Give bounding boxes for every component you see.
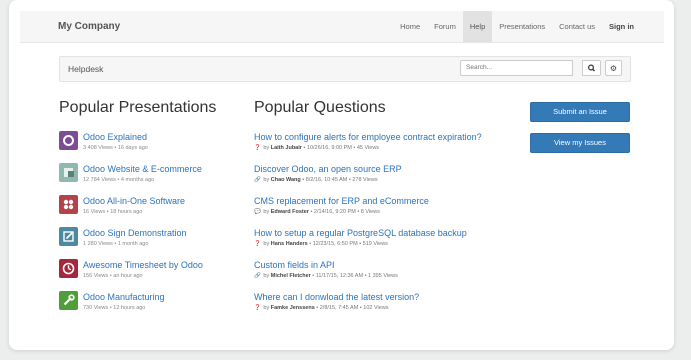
nav-presentations[interactable]: Presentations [492, 11, 552, 42]
presentation-title[interactable]: Odoo Website & E-commerce [83, 164, 202, 174]
gear-icon: ⚙ [609, 64, 618, 73]
question-by: by [263, 241, 270, 247]
question-item[interactable]: Where can I donwload the latest version?… [254, 291, 524, 323]
question-title[interactable]: Custom fields in API [254, 260, 335, 270]
top-navbar: My Company Home Forum Help Presentations… [20, 11, 664, 43]
question-details: • 10/26/16, 9:00 PM • 45 Views [301, 145, 380, 151]
presentation-meta: 16 Views • 18 hours ago [83, 209, 143, 215]
question-icon: ❓ [254, 241, 261, 247]
question-meta: ❓ by Hans Handers • 12/23/15, 6:50 PM • … [254, 241, 388, 247]
question-item[interactable]: Discover Odoo, an open source ERP 🔗 by C… [254, 163, 524, 195]
apps-icon [59, 195, 78, 214]
presentation-title[interactable]: Odoo Manufacturing [83, 292, 165, 302]
question-meta: 🔗 by Chao Wang • 8/2/16, 10:45 AM • 278 … [254, 177, 378, 183]
presentation-meta: 3 408 Views • 16 days ago [83, 145, 148, 151]
presentation-meta: 156 Views • an hour ago [83, 273, 143, 279]
brand-logo[interactable]: My Company [58, 11, 120, 42]
question-icon: ❓ [254, 145, 261, 151]
presentation-item[interactable]: Odoo Website & E-commerce 12 784 Views •… [59, 163, 239, 195]
question-details: • 2/8/15, 7:45 AM • 102 Views [314, 305, 389, 311]
question-author[interactable]: Laith Jubair [271, 145, 302, 151]
presentation-item[interactable]: Odoo All-in-One Software 16 Views • 18 h… [59, 195, 239, 227]
presentation-item[interactable]: Odoo Sign Demonstration 1 280 Views • 1 … [59, 227, 239, 259]
question-author[interactable]: Famke Jenssens [271, 305, 315, 311]
question-details: • 2/14/16, 9:20 PM • 8 Views [308, 209, 380, 215]
question-details: • 11/17/15, 12:36 AM • 1 395 Views [310, 273, 398, 279]
question-title[interactable]: How to configure alerts for employee con… [254, 132, 482, 142]
presentation-title[interactable]: Odoo All-in-One Software [83, 196, 185, 206]
question-meta: 💬 by Edward Foster • 2/14/16, 9:20 PM • … [254, 209, 380, 215]
question-item[interactable]: How to setup a regular PostgreSQL databa… [254, 227, 524, 259]
presentation-meta: 1 280 Views • 1 month ago [83, 241, 149, 247]
question-meta: 🔗 by Michel Fletcher • 11/17/15, 12:36 A… [254, 273, 398, 279]
nav-sign-in[interactable]: Sign in [602, 11, 641, 42]
website-icon [59, 163, 78, 182]
comment-icon: 💬 [254, 209, 261, 215]
presentation-meta: 730 Views • 12 hours ago [83, 305, 146, 311]
presentations-heading: Popular Presentations [59, 99, 217, 116]
view-issues-button[interactable]: View my Issues [530, 133, 630, 153]
question-icon: ❓ [254, 305, 261, 311]
question-item[interactable]: CMS replacement for ERP and eCommerce 💬 … [254, 195, 524, 227]
nav-help[interactable]: Help [462, 11, 493, 42]
question-meta: ❓ by Famke Jenssens • 2/8/15, 7:45 AM • … [254, 305, 389, 311]
page-card: My Company Home Forum Help Presentations… [9, 0, 674, 350]
presentation-meta: 12 784 Views • 4 months ago [83, 177, 155, 183]
search-icon [587, 64, 595, 72]
presentation-title[interactable]: Awesome Timesheet by Odoo [83, 260, 203, 270]
question-by: by [263, 177, 270, 183]
question-details: • 12/23/15, 6:50 PM • 519 Views [307, 241, 388, 247]
odoo-circle-icon [59, 131, 78, 150]
questions-list: How to configure alerts for employee con… [254, 131, 524, 323]
presentation-title[interactable]: Odoo Sign Demonstration [83, 228, 187, 238]
question-author[interactable]: Chao Wang [271, 177, 301, 183]
helpdesk-bar: Helpdesk ⚙ [59, 56, 631, 82]
link-icon: 🔗 [254, 177, 261, 183]
nav-home[interactable]: Home [393, 11, 427, 42]
question-meta: ❓ by Laith Jubair • 10/26/16, 9:00 PM • … [254, 145, 379, 151]
presentation-item[interactable]: Odoo Explained 3 408 Views • 16 days ago [59, 131, 239, 163]
question-title[interactable]: Where can I donwload the latest version? [254, 292, 419, 302]
timesheet-icon [59, 259, 78, 278]
question-title[interactable]: How to setup a regular PostgreSQL databa… [254, 228, 467, 238]
nav-forum[interactable]: Forum [427, 11, 463, 42]
wrench-icon [59, 291, 78, 310]
question-item[interactable]: Custom fields in API 🔗 by Michel Fletche… [254, 259, 524, 291]
question-by: by [263, 273, 270, 279]
presentations-list: Odoo Explained 3 408 Views • 16 days ago… [59, 131, 239, 323]
question-by: by [263, 145, 270, 151]
sign-icon [59, 227, 78, 246]
question-by: by [263, 305, 270, 311]
question-item[interactable]: How to configure alerts for employee con… [254, 131, 524, 163]
question-author[interactable]: Michel Fletcher [271, 273, 311, 279]
presentation-item[interactable]: Odoo Manufacturing 730 Views • 12 hours … [59, 291, 239, 323]
question-author[interactable]: Edward Foster [271, 209, 309, 215]
search-input[interactable] [460, 60, 573, 76]
submit-issue-button[interactable]: Submit an Issue [530, 102, 630, 122]
question-by: by [263, 209, 270, 215]
questions-heading: Popular Questions [254, 99, 386, 116]
presentation-item[interactable]: Awesome Timesheet by Odoo 156 Views • an… [59, 259, 239, 291]
search-button[interactable] [582, 60, 601, 76]
link-icon: 🔗 [254, 273, 261, 279]
presentation-title[interactable]: Odoo Explained [83, 132, 147, 142]
nav-contact-us[interactable]: Contact us [552, 11, 602, 42]
question-details: • 8/2/16, 10:45 AM • 278 Views [300, 177, 378, 183]
question-title[interactable]: CMS replacement for ERP and eCommerce [254, 196, 429, 206]
helpdesk-title: Helpdesk [68, 64, 104, 74]
settings-button[interactable]: ⚙ [605, 60, 622, 76]
question-title[interactable]: Discover Odoo, an open source ERP [254, 164, 402, 174]
nav-menu: Home Forum Help Presentations Contact us… [393, 11, 641, 42]
question-author[interactable]: Hans Handers [271, 241, 308, 247]
